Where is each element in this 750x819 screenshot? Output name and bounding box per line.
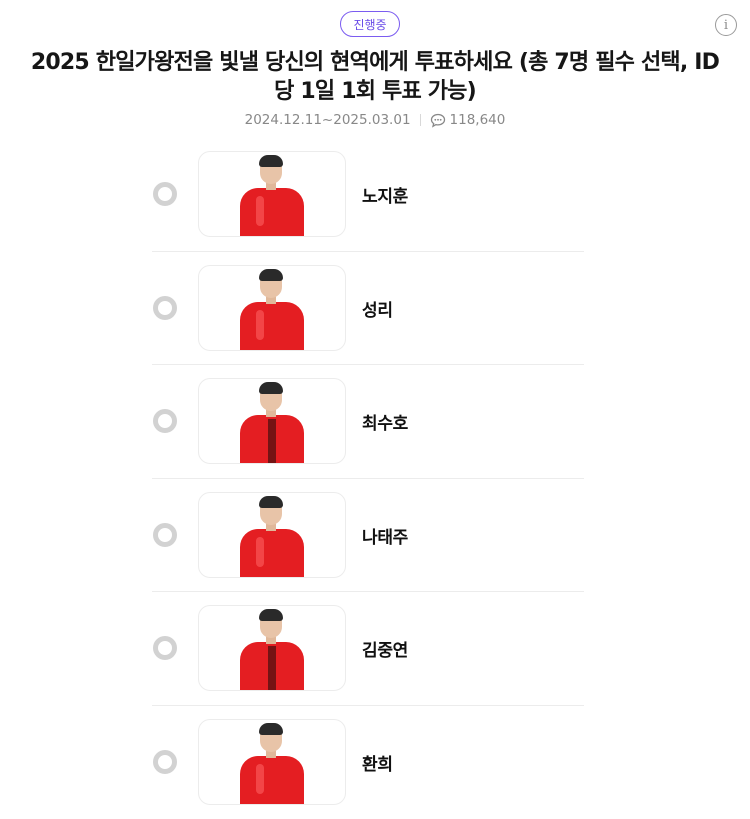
- radio-button[interactable]: [153, 523, 177, 547]
- radio-button[interactable]: [153, 296, 177, 320]
- person-figure: [232, 379, 312, 463]
- page-title: 2025 한일가왕전을 빛낼 당신의 현역에게 투표하세요 (총 7명 필수 선…: [20, 48, 730, 106]
- candidate-name: 김중연: [362, 636, 408, 661]
- status-badge: 진행중: [340, 11, 400, 37]
- candidate-photo: [198, 492, 346, 578]
- comment-count-value: 118,640: [450, 112, 506, 128]
- person-figure: [232, 720, 312, 804]
- info-icon[interactable]: i: [715, 14, 737, 36]
- candidate-item[interactable]: 환희: [152, 706, 584, 819]
- comment-count[interactable]: 118,640: [430, 112, 506, 128]
- candidate-item[interactable]: 최수호: [152, 365, 584, 479]
- candidate-name: 성리: [362, 296, 393, 321]
- radio-button[interactable]: [153, 182, 177, 206]
- candidate-photo: [198, 378, 346, 464]
- radio-button[interactable]: [153, 636, 177, 660]
- vote-meta: 2024.12.11~2025.03.01 118,640: [0, 112, 750, 128]
- candidate-list: 노지훈 성리 최수호 나태주: [152, 138, 584, 819]
- candidate-name: 나태주: [362, 523, 408, 548]
- candidate-item[interactable]: 성리: [152, 252, 584, 366]
- candidate-photo: [198, 605, 346, 691]
- person-figure: [232, 152, 312, 236]
- candidate-item[interactable]: 김중연: [152, 592, 584, 706]
- candidate-photo: [198, 265, 346, 351]
- person-figure: [232, 493, 312, 577]
- date-range: 2024.12.11~2025.03.01: [245, 112, 411, 128]
- candidate-photo: [198, 151, 346, 237]
- person-figure: [232, 606, 312, 690]
- candidate-item[interactable]: 노지훈: [152, 138, 584, 252]
- candidate-name: 최수호: [362, 409, 408, 434]
- radio-button[interactable]: [153, 750, 177, 774]
- candidate-name: 노지훈: [362, 182, 408, 207]
- radio-button[interactable]: [153, 409, 177, 433]
- comment-icon: [430, 113, 446, 128]
- person-figure: [232, 266, 312, 350]
- candidate-item[interactable]: 나태주: [152, 479, 584, 593]
- candidate-name: 환희: [362, 750, 393, 775]
- divider: [420, 114, 421, 126]
- candidate-photo: [198, 719, 346, 805]
